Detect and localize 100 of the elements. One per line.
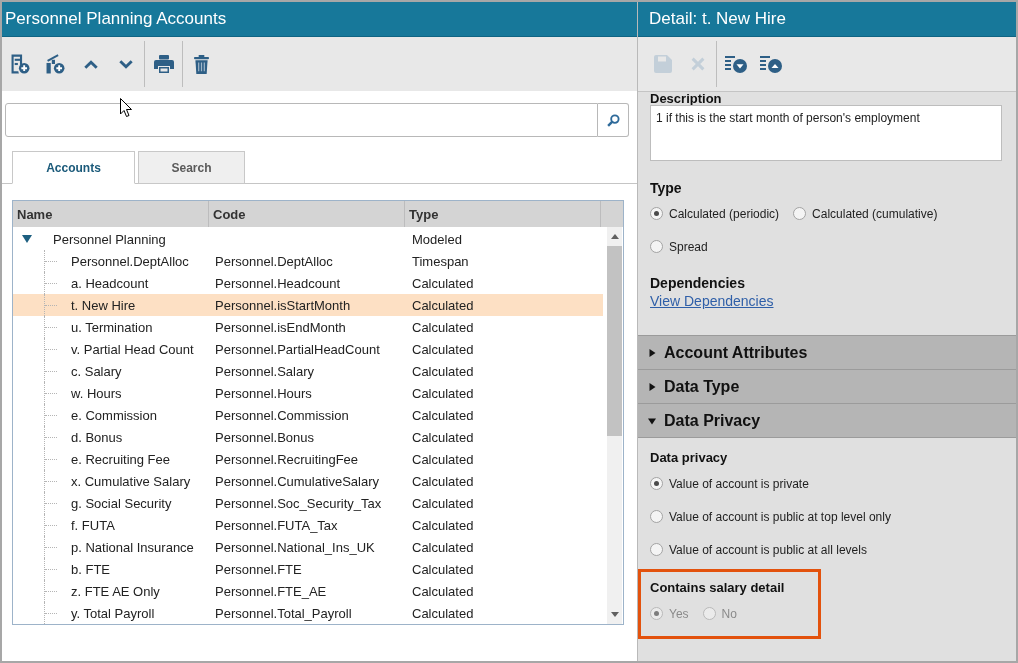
table-cell: Personnel Planning (53, 231, 166, 247)
table-row[interactable]: d. Bonus Personnel.Bonus Calculated (13, 426, 603, 448)
scroll-down-icon[interactable] (610, 612, 619, 617)
search-button[interactable] (598, 103, 629, 137)
radio-icon[interactable] (650, 477, 663, 490)
panel-title: Detail: t. New Hire (649, 9, 786, 29)
search-field[interactable] (5, 103, 598, 137)
table-cell: y. Total Payroll (71, 605, 155, 621)
field-label: Data privacy (650, 449, 729, 467)
table-cell: Calculated (412, 407, 474, 423)
table-cell: Personnel.FUTA_Tax (215, 517, 338, 533)
radio-icon[interactable] (650, 240, 663, 253)
table-cell: Personnel.Headcount (215, 275, 341, 291)
printer-icon (153, 55, 174, 73)
table-cell: b. FTE (71, 561, 110, 577)
table-cell: Personnel.isStartMonth (215, 297, 351, 313)
table-row[interactable]: b. FTE Personnel.FTE Calculated (13, 558, 603, 580)
table-cell: Calculated (412, 605, 474, 621)
scrollbar-thumb[interactable] (607, 246, 622, 436)
scroll-up-icon[interactable] (610, 234, 619, 239)
table-cell: Personnel.National_Ins_UK (215, 539, 375, 555)
table-cell: e. Recruiting Fee (71, 451, 170, 467)
table-cell: z. FTE AE Only (71, 583, 160, 599)
table-cell: Personnel.CumulativeSalary (215, 473, 380, 489)
table-cell: Calculated (412, 341, 474, 357)
tab[interactable]: Search (138, 151, 245, 184)
table-cell: Calculated (412, 429, 474, 445)
radio-option[interactable]: Value of account is public at top level only (650, 500, 891, 533)
table-row[interactable]: w. Hours Personnel.Hours Calculated (13, 382, 603, 404)
section-header[interactable]: Data Type (638, 369, 1016, 403)
table-cell: Calculated (412, 539, 474, 555)
column-header[interactable]: Name (13, 201, 209, 227)
table-cell: Personnel.Total_Payroll (215, 605, 352, 621)
section-title: Data Type (664, 377, 740, 396)
table-row[interactable]: y. Total Payroll Personnel.Total_Payroll Calculated (13, 602, 603, 624)
trash-icon (194, 54, 209, 74)
mouse-pointer-icon (120, 98, 132, 117)
table-row[interactable]: u. Termination Personnel.isEndMonth Calculated (13, 316, 603, 338)
field-label: Description (650, 92, 722, 105)
table-cell: v. Partial Head Count (71, 341, 194, 357)
section-header[interactable]: Data Privacy (638, 403, 1016, 437)
section-header[interactable]: Account Attributes (638, 335, 1016, 369)
chart-plus-icon (46, 54, 65, 74)
table-row[interactable]: z. FTE AE Only Personnel.FTE_AE Calculated (13, 580, 603, 602)
table-cell: Personnel.Bonus (215, 429, 314, 445)
table-cell: Calculated (412, 385, 474, 401)
table-cell: x. Cumulative Salary (71, 473, 191, 489)
table-row[interactable]: x. Cumulative Salary Personnel.CumulativeSalary Calculated (13, 470, 603, 492)
table-row[interactable]: Personnel.DeptAlloc Personnel.DeptAlloc Timespan (13, 250, 603, 272)
table-cell: Personnel.isEndMonth (215, 319, 346, 335)
table-row[interactable]: c. Salary Personnel.Salary Calculated (13, 360, 603, 382)
radio-option[interactable]: Value of account is private (650, 467, 809, 500)
radio-icon[interactable] (650, 543, 663, 556)
tab[interactable]: Accounts (12, 151, 135, 184)
table-cell: Calculated (412, 517, 474, 533)
caret-icon[interactable] (22, 235, 32, 243)
table-cell: Calculated (412, 583, 474, 599)
radio-option[interactable]: Calculated (cumulative) (793, 197, 938, 230)
table-cell: Calculated (412, 451, 474, 467)
table-cell: Personnel.FTE (215, 561, 302, 577)
column-header[interactable]: Code (209, 201, 405, 227)
table-row[interactable]: e. Recruiting Fee Personnel.RecruitingFee Calculated (13, 448, 603, 470)
table-cell: a. Headcount (71, 275, 149, 291)
table-cell: t. New Hire (71, 297, 136, 313)
table-cell: Calculated (412, 473, 474, 489)
dependencies-link[interactable]: View Dependencies (650, 292, 774, 310)
radio-option[interactable]: Calculated (periodic) (650, 197, 780, 230)
radio-option[interactable]: Spread (650, 230, 708, 263)
radio-icon[interactable] (793, 207, 807, 220)
radio-option[interactable]: Value of account is public at all levels (650, 533, 867, 566)
table-row[interactable]: t. New Hire Personnel.isStartMonth Calculated (13, 294, 603, 316)
table-cell: Personnel.Hours (215, 385, 312, 401)
table-plus-icon (11, 54, 30, 74)
radio-icon[interactable] (650, 207, 663, 220)
table-cell: Timespan (412, 253, 469, 269)
radio-icon[interactable] (650, 510, 663, 523)
table-row[interactable]: p. National Insurance Personnel.National_Ins_UK Calculated (13, 536, 603, 558)
list-up-icon (759, 55, 782, 73)
table-cell: Calculated (412, 363, 474, 379)
table-cell: Personnel.DeptAlloc (71, 253, 189, 269)
column-header[interactable]: Type (405, 201, 601, 227)
table-row[interactable]: e. Commission Personnel.Commission Calculated (13, 404, 603, 426)
table-cell: u. Termination (71, 319, 153, 335)
section-title: Data Privacy (664, 411, 761, 430)
table-row[interactable]: Personnel Planning Modeled (13, 228, 603, 250)
table-cell: p. National Insurance (71, 539, 194, 555)
table-cell: Personnel.Salary (215, 363, 314, 379)
field-label: Type (650, 179, 682, 197)
table-row[interactable]: v. Partial Head Count Personnel.PartialHeadCount Calculated (13, 338, 603, 360)
field-label: Dependencies (650, 274, 745, 292)
table-row[interactable]: g. Social Security Personnel.Soc_Security_Tax Calculated (13, 492, 603, 514)
table-cell: c. Salary (71, 363, 122, 379)
list-down-icon (724, 55, 747, 73)
table-cell: Personnel.FTE_AE (215, 583, 327, 599)
description-field[interactable]: 1 if this is the start month of person's employment (650, 105, 1002, 161)
section-title: Account Attributes (664, 343, 808, 362)
table-cell: Personnel.PartialHeadCount (215, 341, 380, 357)
table-cell: g. Social Security (71, 495, 172, 511)
table-row[interactable]: f. FUTA Personnel.FUTA_Tax Calculated (13, 514, 603, 536)
scrollbar[interactable] (607, 227, 622, 624)
